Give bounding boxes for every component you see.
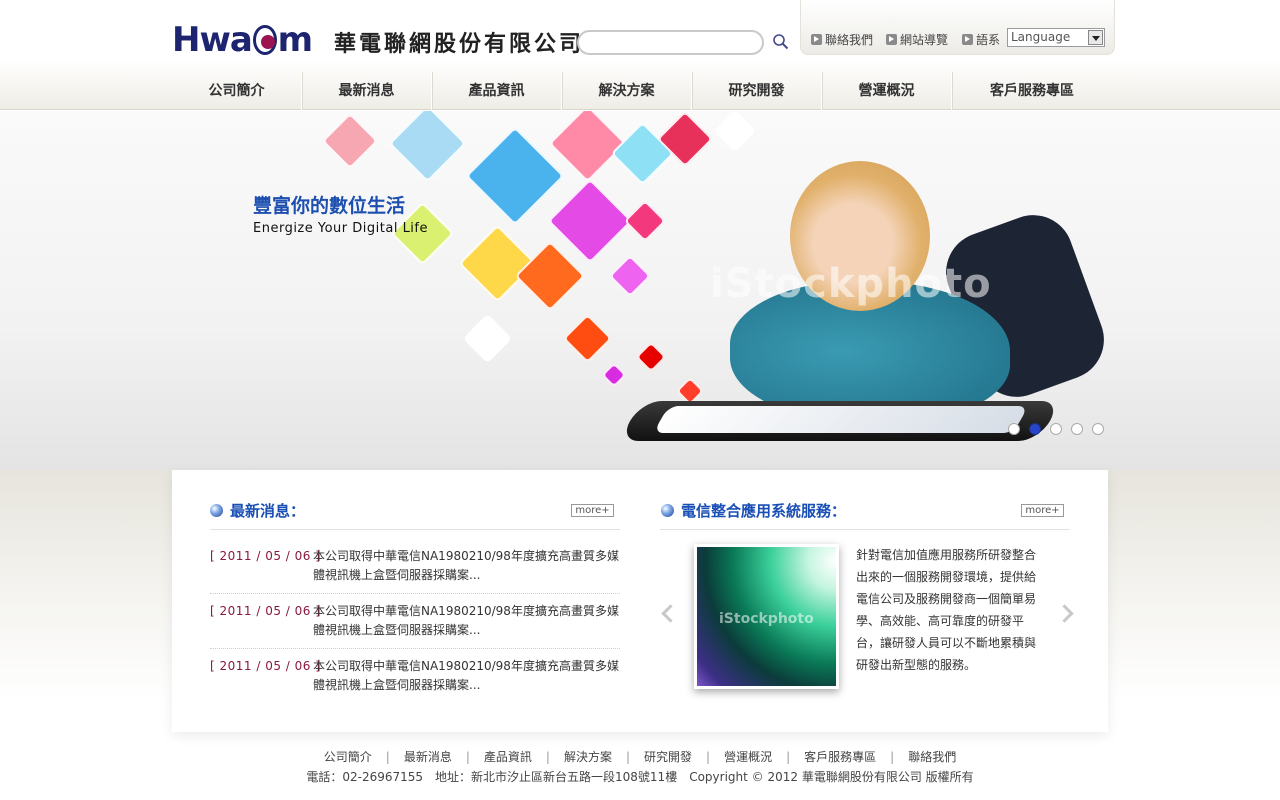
nav-item-news[interactable]: 最新消息: [302, 72, 432, 110]
language-label: 語系: [976, 33, 1001, 47]
service-title-text: 電信整合應用系統服務：: [681, 502, 847, 520]
news-date: [ 2011 / 05 / 06 ]: [210, 604, 321, 618]
news-date: [ 2011 / 05 / 06 ]: [210, 549, 321, 563]
service-more-button[interactable]: more+: [1021, 504, 1064, 517]
slide-dot-1[interactable]: [1008, 423, 1020, 435]
nav-item-rnd[interactable]: 研究開發: [692, 72, 822, 110]
news-more-button[interactable]: more+: [571, 504, 614, 517]
news-item: [ 2011 / 05 / 06 ] 本公司取得中華電信NA1980210/98…: [210, 596, 620, 646]
nav-item-products[interactable]: 產品資訊: [432, 72, 562, 110]
decor-tile: [713, 111, 757, 153]
footer-links: 公司簡介 | 最新消息 | 產品資訊 | 解決方案 | 研究開發 | 營運概況 | 客戶服務專區 | 聯絡我…: [0, 748, 1280, 765]
sitemap-link[interactable]: 網站導覽: [886, 31, 948, 48]
slide-dot-2[interactable]: [1029, 423, 1041, 435]
decor-tile: [514, 240, 586, 312]
news-link[interactable]: 本公司取得中華電信NA1980210/98年度擴充高畫質多媒體視訊機上盒暨伺服器…: [313, 547, 623, 585]
main-nav: 公司簡介 最新消息 產品資訊 解決方案 研究開發 營運概況 客戶服務專區: [172, 72, 1112, 110]
news-separator: [210, 648, 620, 649]
decor-tile: [601, 362, 627, 388]
footer-link-customer-service[interactable]: 客戶服務專區: [790, 750, 890, 764]
banner-watermark: iStockphoto: [710, 261, 992, 307]
news-section-title: 最新消息：: [210, 500, 305, 521]
globe-bullet-icon: [661, 504, 674, 517]
footer-link-about[interactable]: 公司簡介: [310, 750, 386, 764]
search-input[interactable]: [577, 30, 764, 55]
logo-text-hwa: Hwa: [172, 20, 253, 60]
footer-link-products[interactable]: 產品資訊: [470, 750, 546, 764]
arrow-right-icon: [886, 34, 897, 45]
news-item: [ 2011 / 05 / 06 ] 本公司取得中華電信NA1980210/98…: [210, 541, 620, 591]
service-divider: [660, 529, 1070, 530]
logo-text-m: m: [277, 20, 313, 60]
news-separator: [210, 593, 620, 594]
footer-link-rnd[interactable]: 研究開發: [630, 750, 706, 764]
company-name: 華電聯網股份有限公司: [334, 32, 585, 57]
logo-ring-icon: [252, 25, 277, 55]
search-button[interactable]: [772, 33, 790, 51]
language-select[interactable]: Language: [1007, 28, 1105, 47]
nav-item-about[interactable]: 公司簡介: [172, 72, 302, 110]
slide-dot-4[interactable]: [1071, 423, 1083, 435]
company-logo[interactable]: Hwa m: [172, 12, 313, 68]
language-select-value: Language: [1011, 30, 1071, 44]
footer-link-operations[interactable]: 營運概況: [710, 750, 786, 764]
prev-arrow-icon[interactable]: [660, 604, 674, 624]
search-icon: [773, 34, 789, 50]
arrow-right-icon: [811, 34, 822, 45]
news-item: [ 2011 / 05 / 06 ] 本公司取得中華電信NA1980210/98…: [210, 651, 620, 701]
decor-tile: [458, 224, 537, 303]
arrow-right-icon: [962, 34, 973, 45]
contact-us-label: 聯絡我們: [825, 33, 874, 47]
language-link[interactable]: 語系: [962, 31, 1000, 48]
footer-link-news[interactable]: 最新消息: [390, 750, 466, 764]
service-image-watermark: iStockphoto: [719, 611, 814, 627]
nav-item-operations[interactable]: 營運概況: [822, 72, 952, 110]
slide-indicators: [1008, 423, 1104, 435]
footer-link-contact[interactable]: 聯絡我們: [894, 750, 970, 764]
banner-subtitle: Energize Your Digital Life: [253, 221, 428, 236]
news-divider: [210, 529, 620, 530]
news-date: [ 2011 / 05 / 06 ]: [210, 659, 321, 673]
globe-bullet-icon: [210, 504, 223, 517]
service-section-title: 電信整合應用系統服務：: [661, 500, 846, 521]
decor-tile: [562, 313, 613, 364]
decor-tile: [388, 111, 467, 183]
hero-banner: 豐富你的數位生活 Energize Your Digital Life iSto…: [0, 111, 1280, 470]
slide-dot-5[interactable]: [1092, 423, 1104, 435]
banner-photo-tablet: [618, 401, 1062, 441]
service-description: 針對電信加值應用服務所研發整合出來的一個服務開發環境，提供給電信公司及服務開發商…: [856, 548, 1037, 672]
service-image[interactable]: iStockphoto: [694, 544, 839, 689]
slide-dot-3[interactable]: [1050, 423, 1062, 435]
footer-info: 電話：02-26967155 地址：新北市汐止區新台五路一段108號11樓 Co…: [306, 770, 974, 784]
news-title-text: 最新消息：: [230, 502, 306, 520]
nav-item-solutions[interactable]: 解決方案: [562, 72, 692, 110]
decor-tile: [635, 341, 667, 373]
news-link[interactable]: 本公司取得中華電信NA1980210/98年度擴充高畫質多媒體視訊機上盒暨伺服器…: [313, 657, 623, 695]
chevron-down-icon[interactable]: [1088, 30, 1103, 45]
contact-us-link[interactable]: 聯絡我們: [811, 31, 873, 48]
footer-link-solutions[interactable]: 解決方案: [550, 750, 626, 764]
decor-tile: [462, 313, 513, 364]
nav-item-customer-service[interactable]: 客戶服務專區: [952, 72, 1112, 110]
decor-tile: [608, 254, 652, 298]
sitemap-label: 網站導覽: [900, 33, 949, 47]
decor-tile: [321, 112, 379, 170]
next-arrow-icon[interactable]: [1058, 604, 1072, 624]
decor-tile: [623, 199, 667, 243]
news-link[interactable]: 本公司取得中華電信NA1980210/98年度擴充高畫質多媒體視訊機上盒暨伺服器…: [313, 602, 623, 640]
banner-title: 豐富你的數位生活: [253, 195, 406, 217]
